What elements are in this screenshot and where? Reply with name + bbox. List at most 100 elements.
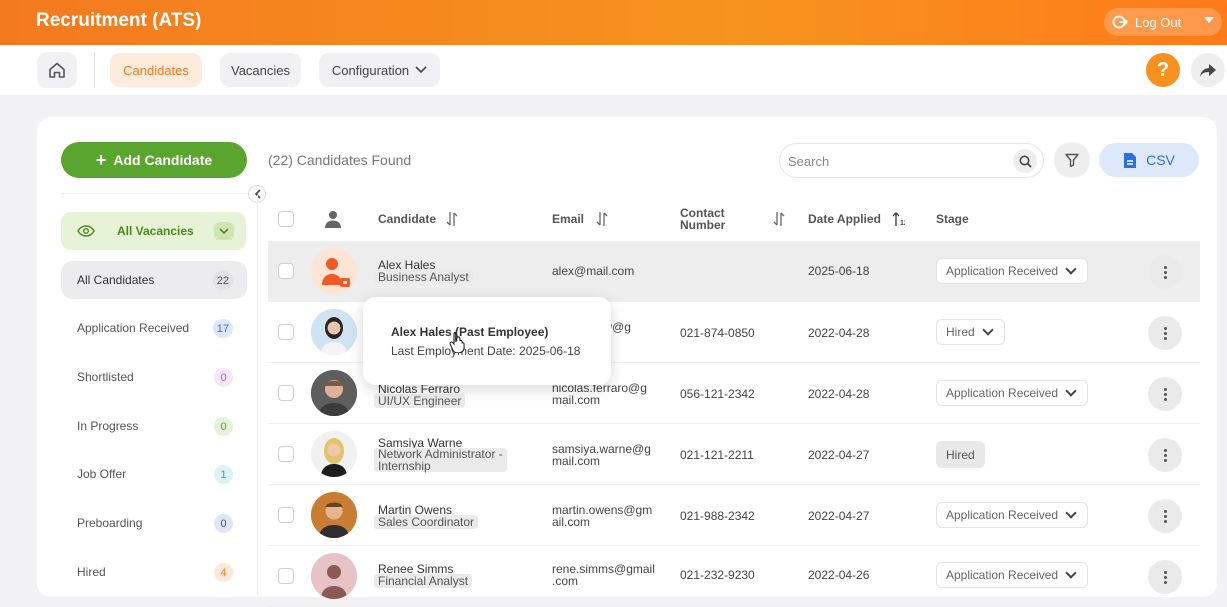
column-label: Email: [552, 211, 585, 226]
sort-icon[interactable]: [773, 211, 785, 227]
sort-icon[interactable]: [596, 211, 608, 227]
share-button[interactable]: [1191, 53, 1225, 87]
column-label: Stage: [936, 211, 969, 226]
candidate-email: rene.simms@gmail .com: [552, 562, 655, 588]
plus-icon: +: [95, 149, 107, 170]
chevron-down-icon: [415, 66, 427, 74]
chevron-down-icon: [1065, 263, 1077, 275]
column-label: Date Applied: [808, 211, 881, 226]
nav-divider: [94, 52, 95, 88]
sidebar-item-job-offer[interactable]: Job Offer 1: [61, 455, 247, 493]
row-checkbox[interactable]: [278, 385, 294, 401]
contact-number: 056-121-2342: [680, 387, 755, 401]
more-options-button[interactable]: [1148, 499, 1182, 533]
column-candidate[interactable]: Candidate: [378, 196, 458, 241]
sidebar-item-all-candidates[interactable]: All Candidates 22: [61, 261, 247, 299]
sidebar-item-label: All Candidates: [77, 273, 155, 287]
sidebar-item-label: Preboarding: [77, 516, 143, 530]
stage-dropdown[interactable]: Application Received: [936, 258, 1089, 284]
row-checkbox[interactable]: [278, 324, 294, 340]
sort-ascending-icon[interactable]: 12: [891, 211, 905, 227]
contact-number: 021-232-9230: [680, 568, 755, 582]
avatar: [311, 553, 357, 599]
row-checkbox[interactable]: [278, 507, 294, 523]
candidate-role: Business Analyst: [374, 270, 473, 284]
logout-dropdown-icon[interactable]: [1204, 17, 1214, 23]
sidebar-item-label: Job Offer: [77, 467, 127, 481]
stage-dropdown[interactable]: Application Received: [936, 502, 1089, 528]
tab-candidates[interactable]: Candidates: [110, 53, 202, 87]
sidebar-border: [257, 195, 258, 595]
stage-value: Application Received: [946, 386, 1059, 400]
sort-icon[interactable]: [446, 211, 458, 227]
sidebar-item-preboarding[interactable]: Preboarding 0: [61, 504, 247, 542]
sidebar-item-shortlisted[interactable]: Shortlisted 0: [61, 358, 247, 396]
column-stage[interactable]: Stage: [936, 196, 969, 241]
tab-configuration[interactable]: Configuration: [319, 53, 440, 87]
column-contact-number[interactable]: Contact Number: [680, 196, 725, 241]
candidate-role: Financial Analyst: [374, 574, 473, 588]
home-button[interactable]: [37, 52, 77, 88]
more-options-button[interactable]: [1148, 438, 1182, 472]
stage-value: Hired: [946, 325, 975, 339]
contact-number: 021-121-2211: [680, 448, 754, 462]
column-date-applied[interactable]: Date Applied 12: [808, 196, 905, 241]
count-badge: 0: [214, 514, 233, 533]
avatar: [311, 431, 357, 477]
sidebar-item-application-received[interactable]: Application Received 17: [61, 309, 247, 347]
svg-text:12: 12: [900, 220, 905, 227]
sidebar-item-hired[interactable]: Hired 4: [61, 553, 247, 591]
candidate-role: UI/UX Engineer: [374, 394, 466, 408]
logout-label: Log Out: [1135, 14, 1182, 30]
more-options-button[interactable]: [1148, 255, 1182, 289]
search-box: [779, 143, 1044, 178]
add-candidate-label: Add Candidate: [113, 152, 213, 168]
contact-number: 021-988-2342: [680, 509, 755, 523]
table-row[interactable]: Renee Simms Financial Analyst rene.simms…: [268, 546, 1200, 607]
stage-dropdown[interactable]: Application Received: [936, 380, 1089, 406]
vacancy-filter-dropdown[interactable]: All Vacancies: [61, 212, 246, 250]
column-label: Candidate: [378, 211, 437, 226]
avatar: [311, 248, 357, 294]
row-checkbox[interactable]: [278, 446, 294, 462]
app-title: Recruitment (ATS): [36, 10, 202, 31]
tooltip-title: Alex Hales (Past Employee): [391, 325, 549, 339]
document-icon: [1124, 152, 1137, 168]
search-button[interactable]: [1013, 149, 1037, 173]
row-checkbox[interactable]: [278, 263, 294, 279]
table-header: Candidate Email Contact Number Date Appl…: [268, 196, 1200, 241]
more-options-button[interactable]: [1148, 377, 1182, 411]
candidate-role: Network Administrator - Internship: [374, 448, 507, 472]
person-icon: [325, 210, 341, 228]
add-candidate-button[interactable]: + Add Candidate: [61, 142, 247, 178]
table-row[interactable]: Alex Hales Business Analyst alex@mail.co…: [268, 241, 1200, 302]
stage-value: Application Received: [946, 264, 1059, 278]
tooltip-subtitle: Last Employment Date: 2025-06-18: [391, 344, 581, 358]
sidebar-item-in-progress[interactable]: In Progress 0: [61, 407, 247, 445]
count-badge: 1: [214, 465, 233, 484]
sidebar-item-label: Application Received: [77, 321, 190, 335]
candidate-email: alex@mail.com: [552, 264, 635, 278]
search-input[interactable]: [788, 151, 1008, 171]
chevron-down-icon: [1065, 385, 1077, 397]
stage-dropdown[interactable]: Hired: [936, 319, 1005, 345]
table-row[interactable]: Martin Owens Sales Coordinator martin.ow…: [268, 485, 1200, 546]
date-applied: 2022-04-28: [808, 387, 870, 401]
help-button[interactable]: ?: [1146, 53, 1180, 87]
tab-vacancies[interactable]: Vacancies: [220, 53, 301, 87]
sidebar-item-label: Shortlisted: [77, 370, 134, 384]
stage-value: Application Received: [946, 568, 1059, 582]
column-email[interactable]: Email: [552, 196, 608, 241]
chevron-down-icon: [1065, 507, 1077, 519]
more-options-button[interactable]: [1148, 560, 1182, 594]
tab-configuration-label: Configuration: [331, 62, 410, 78]
csv-label: CSV: [1146, 152, 1175, 168]
more-options-button[interactable]: [1148, 316, 1182, 350]
column-label: Contact: [680, 205, 725, 220]
select-all-checkbox[interactable]: [278, 210, 294, 227]
logout-button[interactable]: Log Out: [1104, 8, 1222, 36]
table-row[interactable]: Samsiya Warne Network Administrator - Int…: [268, 424, 1200, 485]
filter-button[interactable]: [1054, 142, 1090, 178]
stage-dropdown[interactable]: Application Received: [936, 562, 1089, 588]
csv-export-button[interactable]: CSV: [1099, 143, 1199, 177]
